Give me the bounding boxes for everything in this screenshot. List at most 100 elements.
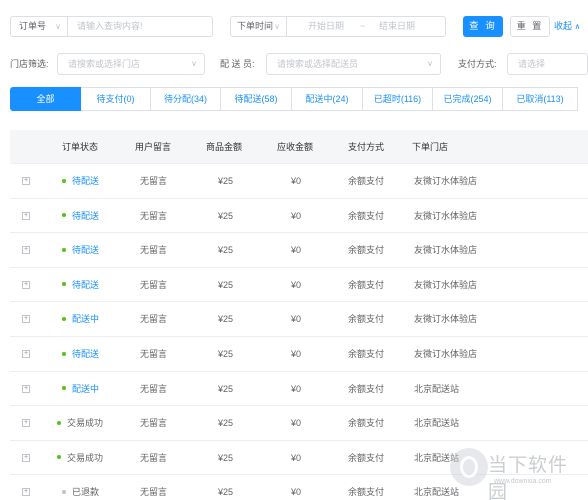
store-filter-label: 门店筛选: xyxy=(10,59,49,69)
status-tabs: 全部 待支付(0) 待分配(34) 待配送(58) 配送中(24) 已超时(11… xyxy=(10,87,588,111)
table-row[interactable]: + 配送中 无留言 ¥25 ¥0 余额支付 友微订水体验店 xyxy=(10,302,588,337)
cell-receivable: ¥0 xyxy=(291,487,302,498)
cell-status-text: 待配送 xyxy=(72,348,100,359)
expand-row-icon[interactable]: + xyxy=(22,211,30,220)
cell-goods-amount: ¥25 xyxy=(218,279,234,290)
tab-all[interactable]: 全部 xyxy=(10,87,81,111)
tab-unpaid[interactable]: 待支付(0) xyxy=(81,87,151,111)
status-dot-icon xyxy=(62,282,66,287)
watermark-logo: 当下软件园 www.downxia.com xyxy=(450,448,585,500)
cell-payment: 余额支付 xyxy=(348,279,385,290)
payment-select[interactable]: 请选择 xyxy=(507,53,588,75)
cell-status-text: 待配送 xyxy=(72,279,100,290)
cell-goods-amount: ¥25 xyxy=(218,176,234,186)
cell-status-text: 待配送 xyxy=(72,210,100,221)
cell-status-text: 已退款 xyxy=(72,487,100,498)
time-field-select-label: 下单时间 xyxy=(237,21,274,31)
cell-status[interactable]: 待配送 xyxy=(62,233,99,267)
cell-message: 无留言 xyxy=(140,176,168,186)
col-header-receivable: 应收金额 xyxy=(277,142,314,152)
table-row[interactable]: + 交易成功 无留言 ¥25 ¥0 余额支付 北京配送站 xyxy=(10,406,588,441)
watermark-url: www.downxia.com xyxy=(494,478,552,485)
cell-message: 无留言 xyxy=(140,452,168,463)
expand-row-icon[interactable]: + xyxy=(22,384,30,393)
cell-status[interactable]: 配送中 xyxy=(62,372,99,406)
status-dot-icon xyxy=(57,420,61,425)
tab-delivering[interactable]: 配送中(24) xyxy=(292,87,363,111)
table-row[interactable]: + 配送中 无留言 ¥25 ¥0 余额支付 北京配送站 xyxy=(10,372,588,407)
query-button[interactable]: 查 询 xyxy=(463,16,503,37)
tab-completed[interactable]: 已完成(254) xyxy=(433,87,503,111)
courier-select[interactable]: 请搜索或选择配送员 ∨ xyxy=(266,53,441,75)
status-dot-icon xyxy=(62,178,66,183)
table-row[interactable]: + 待配送 无留言 ¥25 ¥0 余额支付 友微订水体验店 xyxy=(10,164,588,199)
tab-to-deliver[interactable]: 待配送(58) xyxy=(221,87,292,111)
status-dot-icon xyxy=(57,455,61,460)
expand-row-icon[interactable]: + xyxy=(22,453,30,462)
status-dot-icon xyxy=(62,317,66,321)
cell-goods-amount: ¥25 xyxy=(218,452,234,463)
start-date-input[interactable]: 开始日期 xyxy=(308,17,344,36)
cell-status: 交易成功 xyxy=(57,441,103,475)
cell-status[interactable]: 待配送 xyxy=(62,268,99,302)
chevron-down-icon: ∨ xyxy=(191,59,197,68)
courier-filter-label: 配 送 员: xyxy=(220,59,255,69)
expand-row-icon[interactable]: + xyxy=(22,280,30,289)
order-field-select[interactable]: 订单号 ∨ xyxy=(10,16,68,37)
table-row[interactable]: + 待配送 无留言 ¥25 ¥0 余额支付 友微订水体验店 xyxy=(10,337,588,372)
cell-receivable: ¥0 xyxy=(291,383,302,394)
cell-status[interactable]: 待配送 xyxy=(62,337,99,371)
table-row[interactable]: + 待配送 无留言 ¥25 ¥0 余额支付 友微订水体验店 xyxy=(10,233,588,268)
tab-cancelled[interactable]: 已取消(113) xyxy=(503,87,578,111)
cell-status-text: 配送中 xyxy=(72,314,100,325)
cell-status[interactable]: 配送中 xyxy=(62,302,99,336)
expand-row-icon[interactable]: + xyxy=(22,488,30,497)
store-select-placeholder: 请搜索或选择门店 xyxy=(68,59,141,69)
cell-receivable: ¥0 xyxy=(291,176,302,186)
store-select[interactable]: 请搜索或选择门店 ∨ xyxy=(57,53,205,75)
date-range-picker[interactable]: 开始日期 ~ 结束日期 xyxy=(286,16,446,37)
cell-goods-amount: ¥25 xyxy=(218,383,234,394)
time-field-select[interactable]: 下单时间 ∨ xyxy=(230,16,287,37)
cell-receivable: ¥0 xyxy=(291,314,302,325)
tab-unassigned[interactable]: 待分配(34) xyxy=(151,87,221,111)
cell-message: 无留言 xyxy=(140,210,168,221)
cell-message: 无留言 xyxy=(140,314,168,325)
end-date-input[interactable]: 结束日期 xyxy=(379,17,415,36)
cell-status[interactable]: 待配送 xyxy=(62,199,99,233)
cell-status: 已退款 xyxy=(62,475,99,500)
cell-message: 无留言 xyxy=(140,348,168,359)
payment-select-placeholder: 请选择 xyxy=(518,59,546,69)
filter-row-1: 订单号 ∨ 请输入查询内容! 下单时间 ∨ 开始日期 ~ 结束日期 查 询 重 … xyxy=(10,16,588,38)
status-dot-icon xyxy=(62,386,66,391)
chevron-down-icon: ∨ xyxy=(427,59,433,68)
expand-row-icon[interactable]: + xyxy=(22,315,30,324)
expand-row-icon[interactable]: + xyxy=(22,419,30,428)
tab-overdue[interactable]: 已超时(116) xyxy=(363,87,433,111)
table-row[interactable]: + 待配送 无留言 ¥25 ¥0 余额支付 友微订水体验店 xyxy=(10,199,588,234)
cell-receivable: ¥0 xyxy=(291,245,302,256)
order-field-select-label: 订单号 xyxy=(19,21,47,31)
cell-store: 北京配送站 xyxy=(414,418,460,429)
cell-message: 无留言 xyxy=(140,383,168,394)
expand-row-icon[interactable]: + xyxy=(22,349,30,358)
cell-goods-amount: ¥25 xyxy=(218,348,234,359)
expand-row-icon[interactable]: + xyxy=(22,177,30,185)
filter-row-2: 门店筛选: 请搜索或选择门店 ∨ 配 送 员: 请搜索或选择配送员 ∨ 支付方式… xyxy=(10,53,588,75)
col-header-status: 订单状态 xyxy=(62,142,99,152)
cell-goods-amount: ¥25 xyxy=(218,210,234,221)
orders-table: 订单状态 用户留言 商品金额 应收金额 支付方式 下单门店 + 待配送 无留言 ¥25… xyxy=(10,130,588,500)
cell-status[interactable]: 待配送 xyxy=(62,164,99,198)
collapse-link[interactable]: 收起 ∧ xyxy=(554,16,580,37)
query-input[interactable]: 请输入查询内容! xyxy=(67,16,213,37)
reset-button[interactable]: 重 置 xyxy=(510,16,550,37)
table-header: 订单状态 用户留言 商品金额 应收金额 支付方式 下单门店 xyxy=(10,130,588,164)
cell-payment: 余额支付 xyxy=(348,452,385,463)
cell-payment: 余额支付 xyxy=(348,348,385,359)
cell-payment: 余额支付 xyxy=(348,314,385,325)
cell-receivable: ¥0 xyxy=(291,452,302,463)
logo-icon xyxy=(450,448,488,486)
cell-payment: 余额支付 xyxy=(348,418,385,429)
expand-row-icon[interactable]: + xyxy=(22,246,30,255)
table-row[interactable]: + 待配送 无留言 ¥25 ¥0 余额支付 友微订水体验店 xyxy=(10,268,588,303)
